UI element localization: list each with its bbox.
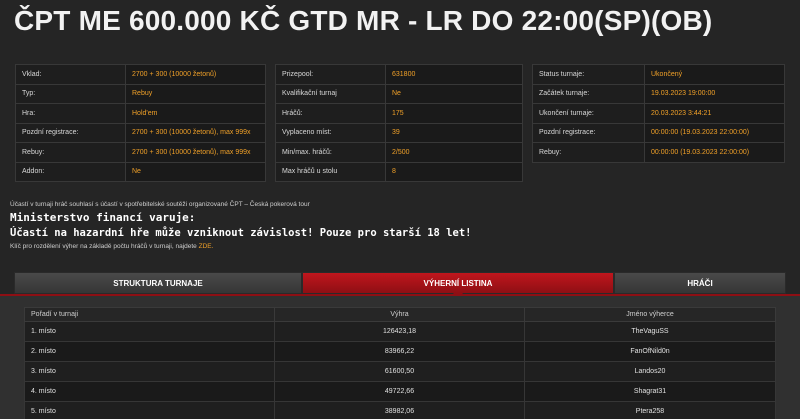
info-label: Addon: <box>15 161 126 182</box>
page-title: ČPT ME 600.000 KČ GTD MR - LR DO 22:00(S… <box>14 5 713 36</box>
info-label: Ukončení turnaje: <box>532 103 645 124</box>
info-row: Pozdní registrace: 00:00:00 (19.03.2023 2… <box>532 122 785 143</box>
info-row: Rebuy: 00:00:00 (19.03.2023 22:00:00) <box>532 142 785 163</box>
info-value: 2700 + 300 (10000 žetonů), max 999x <box>125 142 266 163</box>
tab-structure[interactable]: STRUKTURA TURNAJE <box>14 272 302 294</box>
cell-place: 5. místo <box>24 401 275 419</box>
info-row: Typ: Rebuy <box>15 83 266 104</box>
info-value: 2/500 <box>385 142 523 163</box>
info-row: Hráčů: 175 <box>275 103 523 124</box>
info-row: Prizepool: 631800 <box>275 64 523 85</box>
info-row: Vklad: 2700 + 300 (10000 žetonů) <box>15 64 266 85</box>
prize-key-link[interactable]: ZDE. <box>199 243 214 250</box>
info-label: Max hráčů u stolu <box>275 161 386 182</box>
prize-key-notice: Klíč pro rozdělení výher na základě počt… <box>10 243 213 250</box>
info-label: Pozdní registrace: <box>532 122 645 143</box>
competition-notice: Účastí v turnaji hráč souhlasí s účastí … <box>10 201 310 208</box>
info-row: Kvalifikační turnaj Ne <box>275 83 523 104</box>
info-label: Začátek turnaje: <box>532 83 645 104</box>
info-value: 175 <box>385 103 523 124</box>
table-row: 2. místo 83966,22 FanOfNild0n <box>24 341 776 362</box>
tournament-info-table-1: Vklad: 2700 + 300 (10000 žetonů) Typ: Rebu… <box>15 64 266 182</box>
info-label: Kvalifikační turnaj <box>275 83 386 104</box>
prize-key-text: Klíč pro rozdělení výher na základě počt… <box>10 243 197 250</box>
info-value: 2700 + 300 (10000 žetonů) <box>125 64 266 85</box>
info-label: Typ: <box>15 83 126 104</box>
info-value: 00:00:00 (19.03.2023 22:00:00) <box>644 142 785 163</box>
info-label: Vyplaceno míst: <box>275 122 386 143</box>
cell-winner: Ptera258 <box>524 401 776 419</box>
info-row: Addon: Ne <box>15 161 266 182</box>
info-row: Rebuy: 2700 + 300 (10000 žetonů), max 999… <box>15 142 266 163</box>
info-label: Rebuy: <box>532 142 645 163</box>
cell-winner: Landos20 <box>524 361 776 382</box>
info-value: Ne <box>125 161 266 182</box>
cell-place: 3. místo <box>24 361 275 382</box>
header-place: Pořadí v turnaji <box>24 307 275 322</box>
table-row: 5. místo 38982,06 Ptera258 <box>24 401 776 419</box>
header-prize: Výhra <box>274 307 525 322</box>
info-value: 8 <box>385 161 523 182</box>
info-label: Status turnaje: <box>532 64 645 85</box>
info-row: Ukončení turnaje: 20.03.2023 3:44:21 <box>532 103 785 124</box>
info-label: Rebuy: <box>15 142 126 163</box>
info-label: Hra: <box>15 103 126 124</box>
cell-winner: Shagrat31 <box>524 381 776 402</box>
info-row: Hra: Hold'em <box>15 103 266 124</box>
tab-players[interactable]: HRÁČI <box>614 272 786 294</box>
info-value: 00:00:00 (19.03.2023 22:00:00) <box>644 122 785 143</box>
prize-table: Pořadí v turnaji Výhra Jméno výherce 1. … <box>24 307 776 419</box>
info-value: Ne <box>385 83 523 104</box>
cell-prize: 49722,66 <box>274 381 525 402</box>
info-value: 20.03.2023 3:44:21 <box>644 103 785 124</box>
info-value: Ukončený <box>644 64 785 85</box>
info-value: 19.03.2023 19:00:00 <box>644 83 785 104</box>
cell-place: 1. místo <box>24 321 275 342</box>
tab-prize-list[interactable]: VÝHERNÍ LISTINA <box>302 272 614 299</box>
info-row: Vyplaceno míst: 39 <box>275 122 523 143</box>
info-value: Rebuy <box>125 83 266 104</box>
tab-bar: STRUKTURA TURNAJE VÝHERNÍ LISTINA HRÁČI <box>14 272 786 299</box>
cell-prize: 38982,06 <box>274 401 525 419</box>
cell-prize: 126423,18 <box>274 321 525 342</box>
cell-place: 2. místo <box>24 341 275 362</box>
tournament-info-table-2: Prizepool: 631800 Kvalifikační turnaj Ne H… <box>275 64 523 182</box>
cell-prize: 83966,22 <box>274 341 525 362</box>
tournament-info-table-3: Status turnaje: Ukončený Začátek turnaje:… <box>532 64 785 163</box>
info-value: Hold'em <box>125 103 266 124</box>
info-value: 631800 <box>385 64 523 85</box>
cell-winner: FanOfNild0n <box>524 341 776 362</box>
info-row: Max hráčů u stolu 8 <box>275 161 523 182</box>
info-label: Prizepool: <box>275 64 386 85</box>
header-winner: Jméno výherce <box>524 307 776 322</box>
gambling-warning-text: Účastí na hazardní hře může vzniknout zá… <box>10 227 472 239</box>
cell-prize: 61600,50 <box>274 361 525 382</box>
gambling-warning-title: Ministerstvo financí varuje: <box>10 211 196 224</box>
info-label: Vklad: <box>15 64 126 85</box>
info-row: Pozdní registrace: 2700 + 300 (10000 žeto… <box>15 122 266 143</box>
cell-winner: TheVaguSS <box>524 321 776 342</box>
info-label: Pozdní registrace: <box>15 122 126 143</box>
info-row: Min/max. hráčů: 2/500 <box>275 142 523 163</box>
prize-table-header: Pořadí v turnaji Výhra Jméno výherce <box>24 307 776 322</box>
info-label: Hráčů: <box>275 103 386 124</box>
table-row: 1. místo 126423,18 TheVaguSS <box>24 321 776 342</box>
info-value: 39 <box>385 122 523 143</box>
info-row: Status turnaje: Ukončený <box>532 64 785 85</box>
info-label: Min/max. hráčů: <box>275 142 386 163</box>
cell-place: 4. místo <box>24 381 275 402</box>
table-row: 3. místo 61600,50 Landos20 <box>24 361 776 382</box>
info-value: 2700 + 300 (10000 žetonů), max 999x <box>125 122 266 143</box>
info-row: Začátek turnaje: 19.03.2023 19:00:00 <box>532 83 785 104</box>
table-row: 4. místo 49722,66 Shagrat31 <box>24 381 776 402</box>
